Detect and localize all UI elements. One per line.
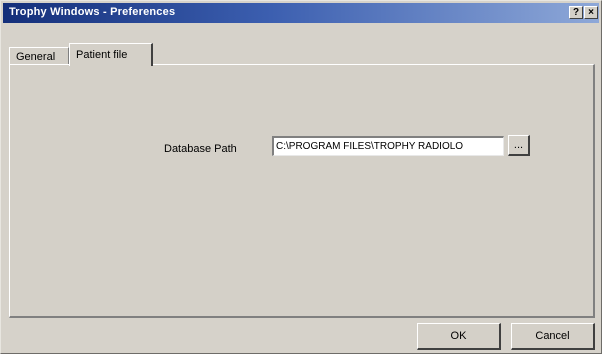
patient-file-panel: Database Path ...: [9, 64, 595, 318]
preferences-window: Trophy Windows - Preferences ? × General…: [0, 0, 602, 354]
title-bar[interactable]: Trophy Windows - Preferences ? ×: [3, 3, 599, 23]
close-button[interactable]: ×: [584, 6, 598, 19]
help-button[interactable]: ?: [569, 6, 583, 19]
browse-button[interactable]: ...: [508, 135, 530, 156]
ok-button[interactable]: OK: [417, 323, 501, 350]
database-path-label: Database Path: [164, 143, 237, 155]
tab-patient-file[interactable]: Patient file: [69, 43, 153, 66]
tab-general[interactable]: General: [9, 47, 69, 65]
database-path-input[interactable]: [272, 136, 504, 156]
cancel-button[interactable]: Cancel: [511, 323, 595, 350]
window-title: Trophy Windows - Preferences: [9, 6, 176, 18]
